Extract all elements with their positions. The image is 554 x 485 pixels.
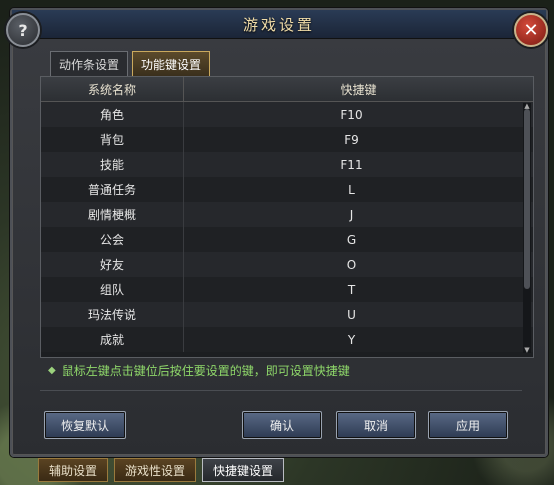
confirm-button[interactable]: 确认	[242, 411, 322, 439]
table-row[interactable]: 角色 F10	[41, 102, 533, 127]
table-row[interactable]: 普通任务 L	[41, 177, 533, 202]
system-name: 角色	[41, 102, 184, 127]
table-body: 角色 F10 背包 F9 技能 F11 普通任务 L 剧情梗概 J 公会 G 好友 O 组队 T…	[41, 102, 533, 358]
table-row[interactable]: 剧情梗概 J	[41, 202, 533, 227]
shortcut-key[interactable]: F9	[184, 127, 533, 152]
restore-defaults-button[interactable]: 恢复默认	[44, 411, 126, 439]
table-row[interactable]: 组队 T	[41, 277, 533, 302]
table-scrollbar[interactable]: ▲ ▼	[523, 103, 531, 354]
table-row[interactable]: 玛法传说 U	[41, 302, 533, 327]
system-name: 组队	[41, 277, 184, 302]
system-name: 玛法传说	[41, 302, 184, 327]
hint-label: 鼠标左键点击键位后按住要设置的键，即可设置快捷键	[61, 364, 350, 378]
table-row[interactable]: 背包 F9	[41, 127, 533, 152]
tab-gameplay-settings[interactable]: 游戏性设置	[114, 458, 197, 482]
table-row[interactable]: 公会 G	[41, 227, 533, 252]
scroll-down-icon[interactable]: ▼	[523, 347, 531, 354]
system-name: 成就	[41, 327, 184, 352]
shortcut-key[interactable]: U	[184, 302, 533, 327]
hint-text: ◆ 鼠标左键点击键位后按住要设置的键，即可设置快捷键	[48, 362, 350, 379]
divider	[40, 390, 522, 391]
cancel-button[interactable]: 取消	[336, 411, 416, 439]
system-name: 普通任务	[41, 177, 184, 202]
system-name: 公会	[41, 227, 184, 252]
system-name: 技能	[41, 152, 184, 177]
shortcut-key[interactable]: T	[184, 277, 533, 302]
bottom-tabs: 辅助设置 游戏性设置 快捷键设置	[38, 458, 285, 482]
shortcut-key[interactable]: L	[184, 177, 533, 202]
shortcut-key[interactable]: F11	[184, 152, 533, 177]
system-name: 剧情梗概	[41, 202, 184, 227]
tab-shortcut-settings[interactable]: 快捷键设置	[202, 458, 285, 482]
table-row[interactable]: 技能 F11	[41, 152, 533, 177]
table-header: 系统名称 快捷键	[41, 77, 533, 102]
shortcut-key[interactable]: J	[184, 202, 533, 227]
shortcut-key[interactable]: G	[184, 227, 533, 252]
shortcut-key[interactable]: Y	[184, 327, 533, 352]
header-system-name: 系统名称	[41, 77, 184, 101]
tab-assist-settings[interactable]: 辅助设置	[38, 458, 109, 482]
tab-function-key-settings[interactable]: 功能键设置	[132, 51, 211, 76]
top-tabs: 动作条设置 功能键设置	[50, 51, 211, 76]
system-name: 背包	[41, 127, 184, 152]
scroll-thumb[interactable]	[524, 109, 530, 289]
shortcut-key[interactable]: F10	[184, 102, 533, 127]
table-row[interactable]: 好友 O	[41, 252, 533, 277]
apply-button[interactable]: 应用	[428, 411, 508, 439]
title-bar[interactable]: 游戏设置	[12, 10, 546, 39]
help-button[interactable]: ?	[6, 13, 40, 47]
tab-action-bar-settings[interactable]: 动作条设置	[50, 51, 129, 76]
close-button[interactable]: ✕	[514, 13, 548, 47]
header-shortcut: 快捷键	[340, 82, 377, 97]
shortcut-key[interactable]: O	[184, 252, 533, 277]
system-name: 好友	[41, 252, 184, 277]
diamond-bullet-icon: ◆	[48, 365, 56, 376]
shortcut-table: 系统名称 快捷键 角色 F10 背包 F9 技能 F11 普通任务 L 剧情梗概 J 公会…	[40, 76, 534, 358]
window-title: 游戏设置	[242, 15, 315, 34]
game-settings-window: 游戏设置 动作条设置 功能键设置 系统名称 快捷键 角色 F10 背包 F9 技能 F…	[10, 8, 548, 457]
table-row[interactable]: 成就 Y	[41, 327, 533, 352]
